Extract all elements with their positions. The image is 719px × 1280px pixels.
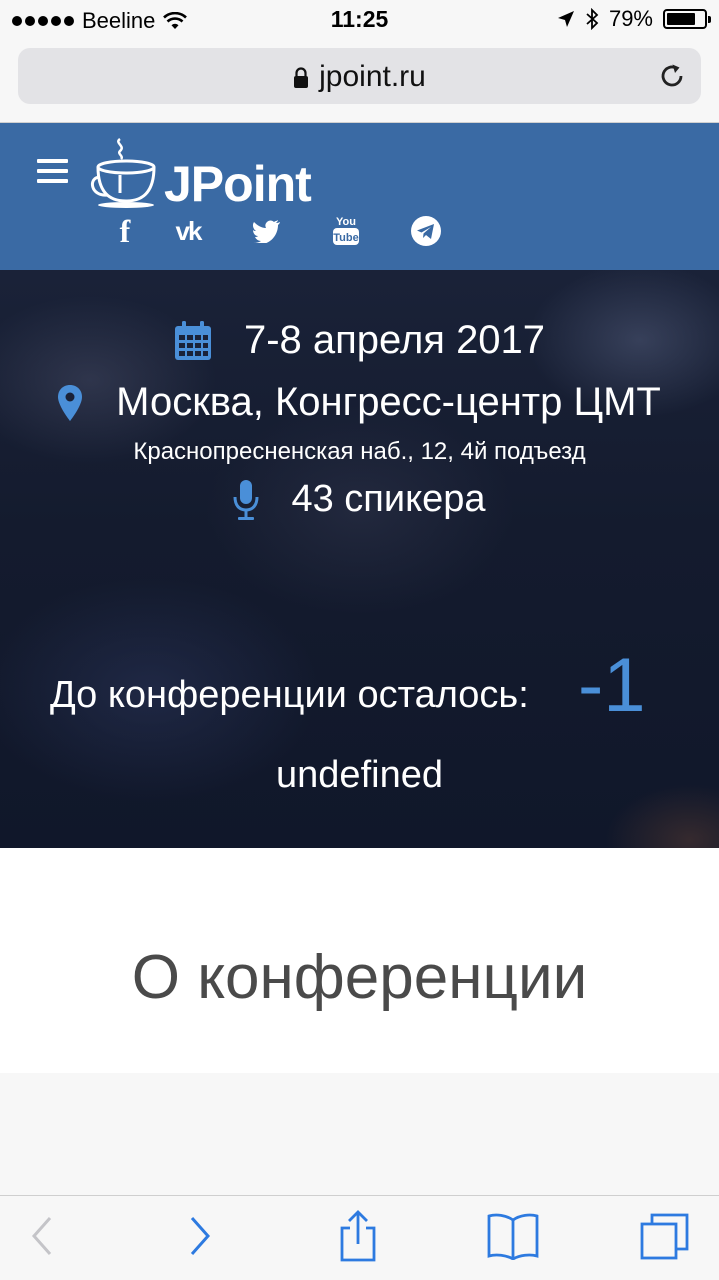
about-content-area xyxy=(0,1073,719,1195)
forward-button[interactable] xyxy=(186,1214,216,1258)
map-pin-icon xyxy=(58,384,83,421)
event-date: 7-8 апреля 2017 xyxy=(243,318,546,362)
event-city: Москва, Конгресс-центр ЦМТ xyxy=(116,380,661,424)
logo-text: JPoint xyxy=(164,156,312,212)
event-date-row: 7-8 апреля 2017 xyxy=(0,318,719,363)
vk-icon[interactable]: vk xyxy=(140,213,236,249)
speakers-count: 43 спикера xyxy=(291,478,486,520)
status-right: 79% xyxy=(557,6,711,32)
about-section: О конференции xyxy=(0,848,719,1073)
tabs-icon xyxy=(640,1213,689,1260)
twitter-icon[interactable] xyxy=(236,213,296,249)
chevron-right-icon xyxy=(190,1217,211,1255)
event-location-row: Москва, Конгресс-центр ЦМТ xyxy=(0,380,719,425)
url-text: jpoint.ru xyxy=(319,60,426,93)
telegram-icon[interactable] xyxy=(396,213,456,249)
chevron-left-icon xyxy=(31,1217,52,1255)
address-url-row: jpoint.ru xyxy=(18,60,701,94)
countdown-value: -1 xyxy=(578,643,646,728)
jpoint-logo[interactable]: JPoint xyxy=(90,137,312,212)
back-button[interactable] xyxy=(26,1214,56,1258)
menu-icon[interactable] xyxy=(37,159,68,189)
book-icon xyxy=(487,1213,539,1260)
svg-text:You: You xyxy=(336,216,356,228)
social-links: f vk You Tube xyxy=(110,213,456,249)
site-header: JPoint f vk You Tube xyxy=(0,123,719,270)
battery-icon xyxy=(663,9,711,29)
lock-icon xyxy=(294,67,309,89)
reload-icon[interactable] xyxy=(657,61,687,91)
browser-address-area: jpoint.ru xyxy=(0,40,719,123)
coffee-cup-icon xyxy=(91,137,156,208)
browser-toolbar xyxy=(0,1195,719,1280)
battery-percent: 79% xyxy=(608,6,653,31)
share-button[interactable] xyxy=(336,1210,380,1262)
about-title: О конференции xyxy=(131,943,588,1012)
svg-text:Tube: Tube xyxy=(333,232,358,244)
speakers-row: 43 спикера xyxy=(0,478,719,521)
battery-fill xyxy=(667,13,696,25)
bookmarks-button[interactable] xyxy=(486,1212,540,1260)
address-field[interactable]: jpoint.ru xyxy=(18,48,701,104)
countdown-label: До конференции осталось: xyxy=(50,674,529,716)
tabs-button[interactable] xyxy=(640,1212,690,1262)
microphone-icon xyxy=(233,479,259,520)
facebook-icon[interactable]: f xyxy=(110,213,140,249)
countdown-unit: undefined xyxy=(276,754,443,796)
youtube-icon[interactable]: You Tube xyxy=(296,213,396,249)
calendar-icon xyxy=(174,320,211,360)
hero-section: 7-8 апреля 2017 Москва, Конгресс-центр Ц… xyxy=(0,270,719,848)
status-bar: Beeline 11:25 79% xyxy=(0,0,719,40)
share-icon xyxy=(340,1210,376,1262)
event-address: Краснопресненская наб., 12, 4й подъезд xyxy=(133,438,586,465)
location-arrow-icon xyxy=(557,11,574,27)
bluetooth-icon xyxy=(586,8,599,30)
